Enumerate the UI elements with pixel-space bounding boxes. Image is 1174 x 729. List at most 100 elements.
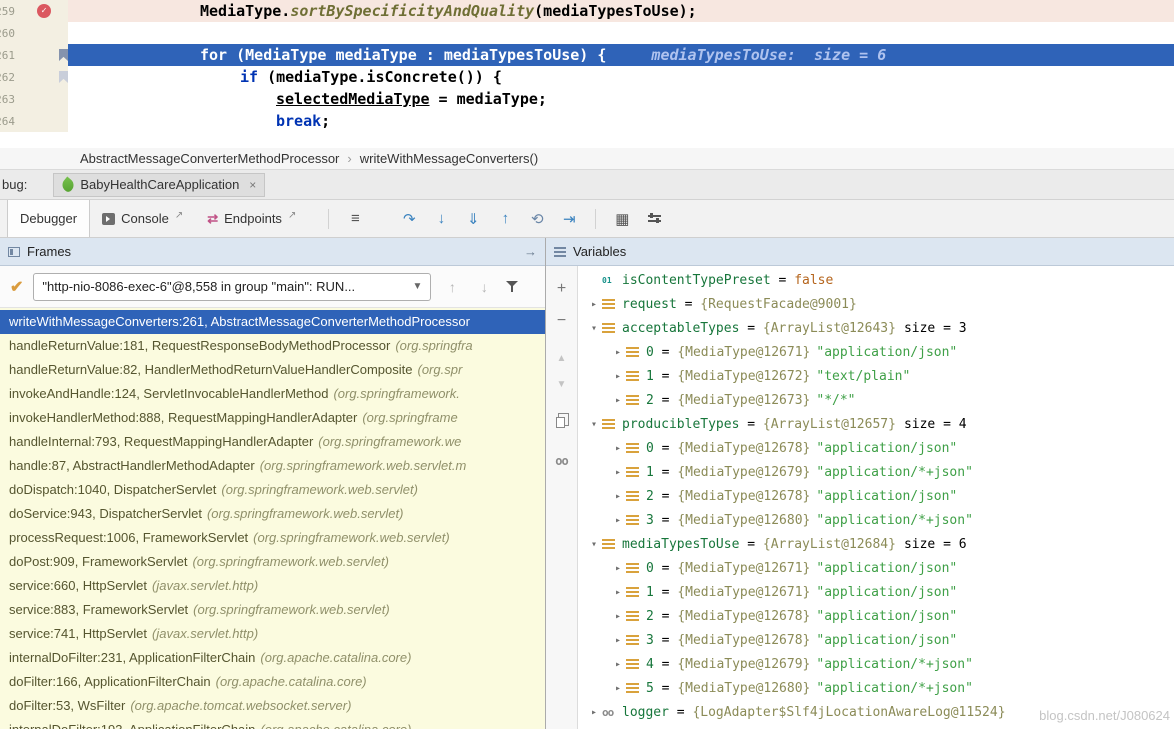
run-to-cursor-icon[interactable]: ⇥ — [555, 206, 583, 232]
remove-watch-button[interactable]: − — [551, 310, 573, 332]
expander-icon[interactable]: ▾ — [586, 539, 602, 550]
expander-icon[interactable]: ▸ — [610, 371, 626, 382]
variable-row[interactable]: ▾acceptableTypes = {ArrayList@12643}size… — [578, 316, 1174, 340]
variable-row[interactable]: ▸0 = {MediaType@12678}"application/json" — [578, 436, 1174, 460]
variable-row[interactable]: ▸0 = {MediaType@12671}"application/json" — [578, 556, 1174, 580]
editor-line[interactable]: 264break; — [0, 110, 1174, 132]
frame-row[interactable]: doDispatch:1040, DispatcherServlet(org.s… — [0, 478, 545, 502]
breadcrumb-class[interactable]: AbstractMessageConverterMethodProcessor — [80, 151, 339, 166]
spring-boot-icon — [60, 176, 77, 193]
expander-icon[interactable]: ▸ — [610, 347, 626, 358]
tab-endpoints[interactable]: ⇄Endpoints↗ — [195, 200, 308, 237]
step-over-icon[interactable]: ↷ — [395, 206, 423, 232]
next-frame-button[interactable]: ↓ — [473, 279, 495, 295]
code-text[interactable]: if (mediaType.isConcrete()) { — [68, 66, 1174, 88]
layout-menu-icon[interactable]: ≡ — [341, 206, 369, 232]
tab-debugger[interactable]: Debugger — [7, 200, 90, 237]
expander-icon[interactable]: ▸ — [610, 515, 626, 526]
move-watch-up-button[interactable]: ▲ — [551, 350, 573, 366]
previous-frame-button[interactable]: ↑ — [441, 279, 463, 295]
run-configuration-tab[interactable]: BabyHealthCareApplication × — [53, 173, 265, 197]
settings-icon[interactable] — [640, 206, 668, 232]
variable-row[interactable]: ▸2 = {MediaType@12678}"application/json" — [578, 484, 1174, 508]
breadcrumb-method[interactable]: writeWithMessageConverters() — [360, 151, 538, 166]
editor-line[interactable]: 261for (MediaType mediaType : mediaTypes… — [0, 44, 1174, 66]
expander-icon[interactable]: ▸ — [610, 563, 626, 574]
frame-row[interactable]: handleReturnValue:181, RequestResponseBo… — [0, 334, 545, 358]
frame-row[interactable]: doFilter:166, ApplicationFilterChain(org… — [0, 670, 545, 694]
frame-row[interactable]: service:741, HttpServlet(javax.servlet.h… — [0, 622, 545, 646]
expander-icon[interactable]: ▸ — [610, 443, 626, 454]
drop-frame-icon[interactable]: ⟲ — [523, 206, 551, 232]
editor-line[interactable]: 263selectedMediaType = mediaType; — [0, 88, 1174, 110]
step-out-icon[interactable]: ↑ — [491, 206, 519, 232]
variable-row[interactable]: ▸request = {RequestFacade@9001} — [578, 292, 1174, 316]
code-text[interactable]: MediaType.sortBySpecificityAndQuality(me… — [68, 0, 1174, 22]
frame-row[interactable]: invokeAndHandle:124, ServletInvocableHan… — [0, 382, 545, 406]
equals-sign: = — [654, 585, 677, 600]
variable-row[interactable]: ▸1 = {MediaType@12679}"application/*+jso… — [578, 460, 1174, 484]
code-text[interactable]: selectedMediaType = mediaType; — [68, 88, 1174, 110]
close-icon[interactable]: × — [249, 178, 256, 192]
variable-row[interactable]: ▸2 = {MediaType@12678}"application/json" — [578, 604, 1174, 628]
expander-icon[interactable]: ▸ — [610, 683, 626, 694]
expander-icon[interactable]: ▸ — [610, 659, 626, 670]
filter-frames-icon[interactable] — [505, 280, 519, 293]
tab-console[interactable]: Console↗ — [90, 200, 195, 237]
frame-row[interactable]: service:883, FrameworkServlet(org.spring… — [0, 598, 545, 622]
expander-icon[interactable]: ▸ — [610, 491, 626, 502]
step-into-icon[interactable]: ↓ — [427, 206, 455, 232]
duplicate-watch-button[interactable] — [551, 410, 573, 432]
variable-row[interactable]: ▸5 = {MediaType@12680}"application/*+jso… — [578, 676, 1174, 700]
variable-row[interactable]: ▸1 = {MediaType@12672}"text/plain" — [578, 364, 1174, 388]
variable-row[interactable]: ▸2 = {MediaType@12673}"*/*" — [578, 388, 1174, 412]
variable-row[interactable]: ▸3 = {MediaType@12680}"application/*+jso… — [578, 508, 1174, 532]
frame-row[interactable]: internalDoFilter:231, ApplicationFilterC… — [0, 646, 545, 670]
variable-row[interactable]: 01isContentTypePreset = false — [578, 268, 1174, 292]
frame-row[interactable]: doPost:909, FrameworkServlet(org.springf… — [0, 550, 545, 574]
editor-line[interactable]: 262if (mediaType.isConcrete()) { — [0, 66, 1174, 88]
expander-icon[interactable]: ▸ — [586, 707, 602, 718]
equals-sign: = — [739, 321, 762, 336]
evaluate-expression-icon[interactable]: ▦ — [608, 206, 636, 232]
code-text[interactable]: break; — [68, 110, 1174, 132]
frame-row[interactable]: handle:87, AbstractHandlerMethodAdapter(… — [0, 454, 545, 478]
frame-row[interactable]: handleReturnValue:82, HandlerMethodRetur… — [0, 358, 545, 382]
expander-icon[interactable]: ▾ — [586, 323, 602, 334]
frame-row[interactable]: doFilter:53, WsFilter(org.apache.tomcat.… — [0, 694, 545, 718]
expander-icon[interactable]: ▸ — [610, 611, 626, 622]
expander-icon[interactable]: ▸ — [610, 467, 626, 478]
frame-row[interactable]: invokeHandlerMethod:888, RequestMappingH… — [0, 406, 545, 430]
code-text[interactable] — [68, 22, 1174, 44]
variable-icon — [626, 460, 646, 484]
variable-row[interactable]: ▸0 = {MediaType@12671}"application/json" — [578, 340, 1174, 364]
frame-row[interactable]: internalDoFilter:193, ApplicationFilterC… — [0, 718, 545, 729]
frame-row[interactable]: handleInternal:793, RequestMappingHandle… — [0, 430, 545, 454]
expander-icon[interactable]: ▸ — [610, 635, 626, 646]
add-watch-button[interactable]: + — [551, 278, 573, 300]
expander-icon[interactable]: ▸ — [610, 587, 626, 598]
variable-row[interactable]: ▸3 = {MediaType@12678}"application/json" — [578, 628, 1174, 652]
variable-row[interactable]: ▸1 = {MediaType@12671}"application/json" — [578, 580, 1174, 604]
force-step-into-icon[interactable]: ⇓ — [459, 206, 487, 232]
code-editor[interactable]: 259✓MediaType.sortBySpecificityAndQualit… — [0, 0, 1174, 148]
show-watches-button[interactable]: oo — [551, 450, 573, 472]
frame-row[interactable]: service:660, HttpServlet(javax.servlet.h… — [0, 574, 545, 598]
frame-row[interactable]: doService:943, DispatcherServlet(org.spr… — [0, 502, 545, 526]
variable-row[interactable]: ▾mediaTypesToUse = {ArrayList@12684}size… — [578, 532, 1174, 556]
editor-line[interactable]: 259✓MediaType.sortBySpecificityAndQualit… — [0, 0, 1174, 22]
frame-row[interactable]: processRequest:1006, FrameworkServlet(or… — [0, 526, 545, 550]
breakpoint-icon[interactable]: ✓ — [37, 4, 51, 18]
expander-icon[interactable]: ▾ — [586, 419, 602, 430]
frames-panel-menu-icon[interactable]: → — [524, 244, 537, 259]
editor-line[interactable]: 260 — [0, 22, 1174, 44]
frame-row[interactable]: writeWithMessageConverters:261, Abstract… — [0, 310, 545, 334]
move-watch-down-button[interactable]: ▼ — [551, 376, 573, 392]
variable-row[interactable]: ▾producibleTypes = {ArrayList@12657}size… — [578, 412, 1174, 436]
variable-name: 2 — [646, 393, 654, 408]
thread-dropdown[interactable]: "http-nio-8086-exec-6"@8,558 in group "m… — [33, 273, 431, 301]
variable-row[interactable]: ▸4 = {MediaType@12679}"application/*+jso… — [578, 652, 1174, 676]
expander-icon[interactable]: ▸ — [586, 299, 602, 310]
code-text[interactable]: for (MediaType mediaType : mediaTypesToU… — [68, 44, 1174, 66]
expander-icon[interactable]: ▸ — [610, 395, 626, 406]
